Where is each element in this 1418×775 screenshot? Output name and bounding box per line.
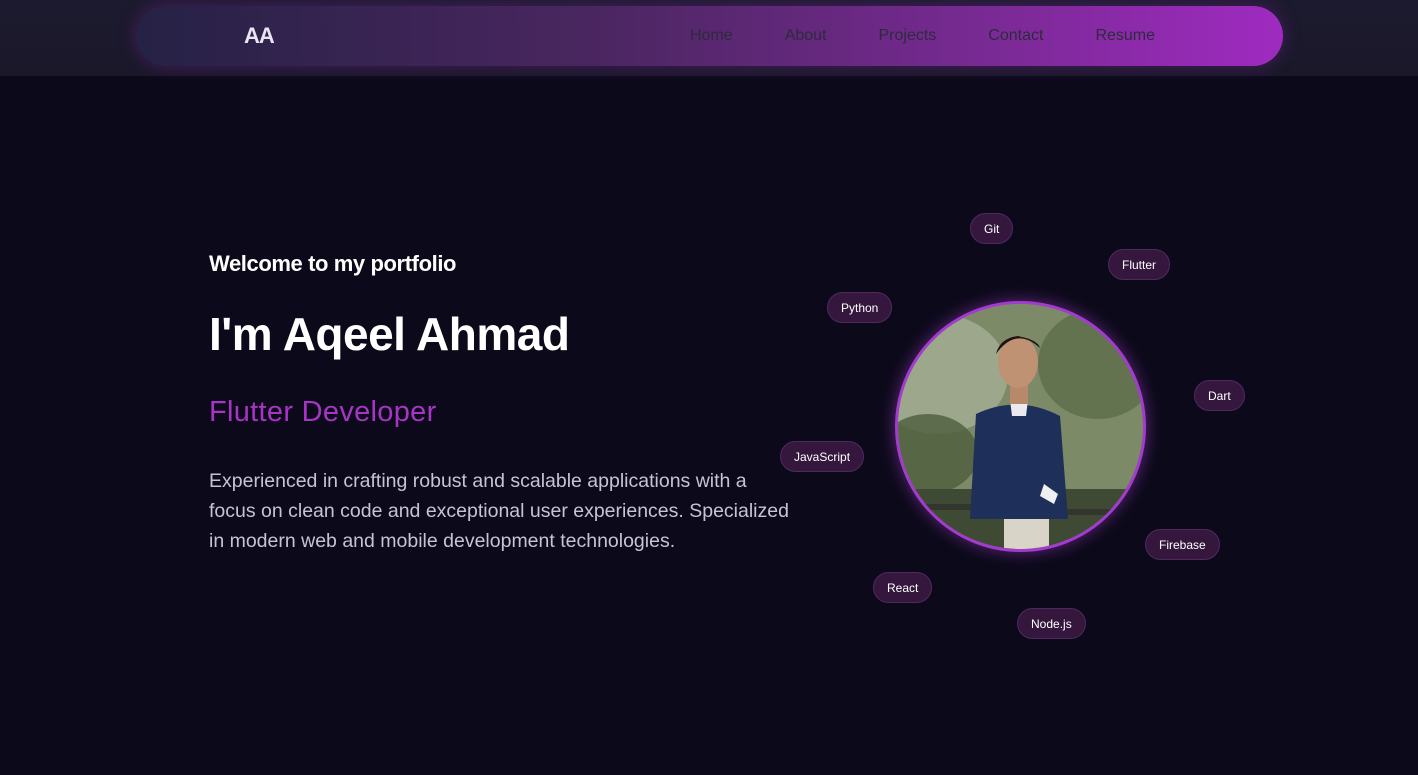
hero-section: Welcome to my portfolio I'm Aqeel Ahmad … [209, 250, 799, 556]
skill-chip-python: Python [827, 292, 893, 323]
navbar: AA Home About Projects Contact Resume [136, 6, 1283, 66]
nav-link-projects[interactable]: Projects [879, 27, 937, 45]
nav-links: Home About Projects Contact Resume [690, 6, 1155, 66]
skill-chip-dart: Dart [1194, 380, 1245, 411]
profile-photo [895, 301, 1146, 552]
nav-link-about[interactable]: About [785, 27, 827, 45]
page: AA Home About Projects Contact Resume We… [0, 0, 1418, 775]
skill-chip-flutter: Flutter [1108, 249, 1171, 280]
logo[interactable]: AA [244, 23, 275, 49]
skill-chip-firebase: Firebase [1145, 529, 1220, 560]
nav-link-contact[interactable]: Contact [988, 27, 1043, 45]
nav-link-home[interactable]: Home [690, 27, 733, 45]
hero-bio: Experienced in crafting robust and scala… [209, 470, 789, 552]
nav-link-resume[interactable]: Resume [1095, 27, 1155, 45]
hero-name: I'm Aqeel Ahmad [209, 308, 570, 360]
skill-chip-react: React [873, 572, 933, 603]
skill-chip-git: Git [970, 213, 1014, 244]
header: AA Home About Projects Contact Resume [0, 0, 1418, 76]
skill-chip-nodejs: Node.js [1017, 608, 1086, 639]
welcome-text: Welcome to my portfolio [209, 251, 457, 276]
skill-chip-javascript: JavaScript [780, 441, 865, 472]
hero-role: Flutter Developer [209, 396, 437, 428]
